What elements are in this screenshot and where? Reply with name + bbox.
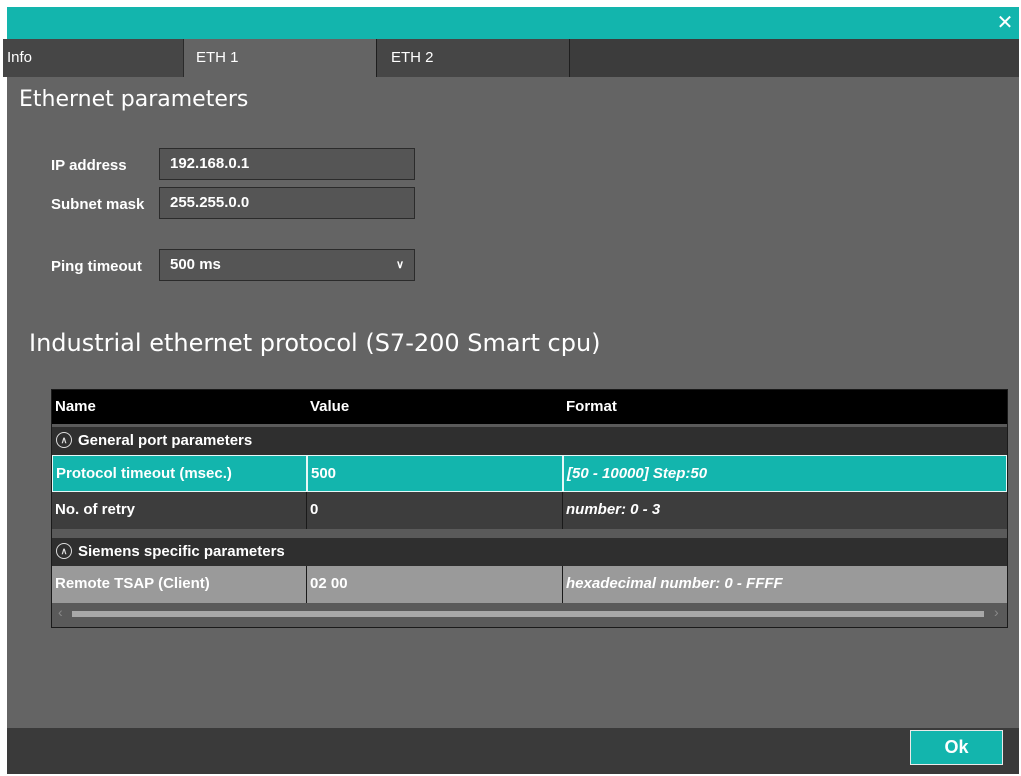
protocol-section-title: Industrial ethernet protocol (S7-200 Sma… — [29, 329, 601, 357]
cell-value[interactable]: 0 — [307, 492, 563, 529]
close-icon[interactable]: ✕ — [995, 12, 1015, 32]
ip-address-field[interactable]: 192.168.0.1 — [159, 148, 415, 180]
cell-format: number: 0 - 3 — [566, 501, 661, 518]
ip-address-label: IP address — [51, 157, 127, 174]
ethernet-section-title: Ethernet parameters — [19, 87, 249, 112]
cell-format: hexadecimal number: 0 - FFFF — [566, 575, 783, 592]
cell-name[interactable]: Remote TSAP (Client) — [52, 566, 307, 603]
column-header-value[interactable]: Value — [310, 398, 349, 415]
cell-value[interactable]: 02 00 — [307, 566, 563, 603]
ping-timeout-label: Ping timeout — [51, 258, 142, 275]
cell-format: [50 - 10000] Step:50 — [563, 455, 1007, 492]
ping-timeout-value: 500 ms — [170, 256, 221, 273]
scroll-right-icon[interactable]: › — [994, 604, 999, 620]
group-label: General port parameters — [78, 432, 253, 449]
dialog-window: ✕ Info ETH 1 ETH 2 Ethernet parameters I… — [3, 7, 1019, 774]
group-label: Siemens specific parameters — [78, 543, 285, 560]
tab-eth1[interactable]: ETH 1 — [184, 39, 377, 77]
table-header: Name Value Format — [52, 390, 1007, 424]
horizontal-scrollbar[interactable]: ‹ › — [52, 604, 1007, 621]
table-row[interactable]: Remote TSAP (Client) 02 00 hexadecimal n… — [52, 566, 1007, 603]
parameters-table: Name Value Format ∧ General port paramet… — [51, 389, 1008, 628]
chevron-down-icon: ∨ — [395, 259, 404, 271]
ok-button[interactable]: Ok — [910, 730, 1003, 765]
column-header-name[interactable]: Name — [55, 398, 96, 415]
title-bar: ✕ — [7, 7, 1019, 39]
collapse-icon[interactable]: ∧ — [56, 432, 72, 448]
cell-name[interactable]: Protocol timeout (msec.) — [52, 455, 307, 492]
subnet-mask-field[interactable]: 255.255.0.0 — [159, 187, 415, 219]
group-siemens-specific[interactable]: ∧ Siemens specific parameters — [52, 538, 1007, 566]
tab-info[interactable]: Info — [3, 39, 184, 77]
tab-eth2[interactable]: ETH 2 — [377, 39, 570, 77]
collapse-icon[interactable]: ∧ — [56, 543, 72, 559]
table-row[interactable]: No. of retry 0 number: 0 - 3 — [52, 492, 1007, 529]
subnet-mask-label: Subnet mask — [51, 196, 145, 213]
group-general-port[interactable]: ∧ General port parameters — [52, 427, 1007, 455]
table-row[interactable]: Protocol timeout (msec.) 500 [50 - 10000… — [52, 455, 1007, 492]
scrollbar-thumb[interactable] — [72, 611, 984, 617]
cell-value[interactable]: 500 — [307, 455, 563, 492]
ping-timeout-select[interactable]: 500 ms ∨ — [159, 249, 415, 281]
footer-bar — [7, 728, 1019, 774]
scroll-left-icon[interactable]: ‹ — [58, 604, 63, 620]
column-header-format[interactable]: Format — [566, 398, 617, 415]
tab-bar: Info ETH 1 ETH 2 — [3, 39, 1019, 77]
cell-name[interactable]: No. of retry — [52, 492, 307, 529]
